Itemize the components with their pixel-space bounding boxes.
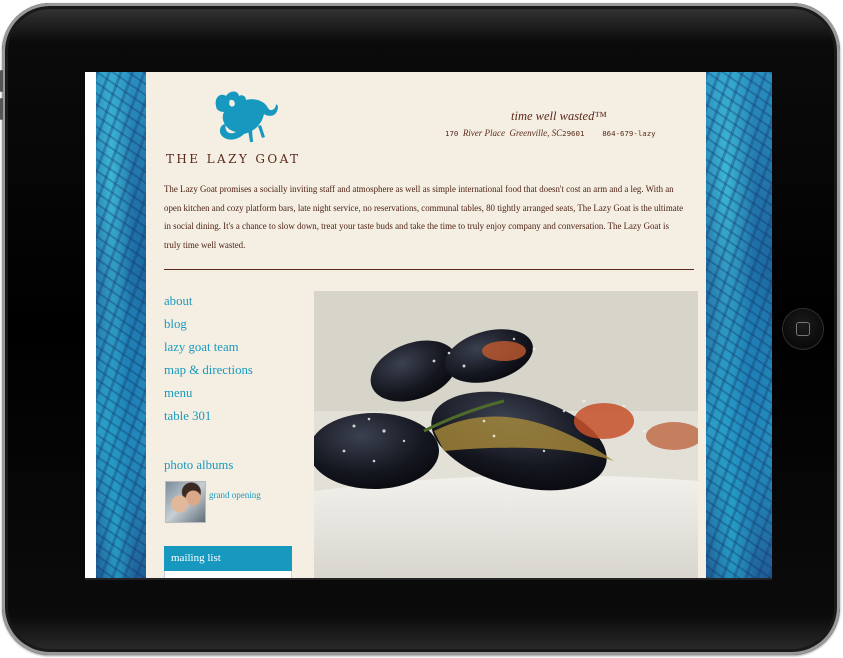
right-texture-background <box>706 72 772 578</box>
photo-albums-heading[interactable]: photo albums <box>164 458 233 473</box>
volume-up-button <box>0 70 3 92</box>
hero-photo <box>314 291 698 578</box>
nav-item-team[interactable]: lazy goat team <box>164 336 253 359</box>
divider <box>164 269 694 270</box>
mussels-dish-image <box>314 291 698 578</box>
mailing-list-heading: mailing list <box>164 546 292 571</box>
address-number: 170 <box>445 129 459 138</box>
address-city: Greenville, SC <box>509 128 563 138</box>
screen: THE LAZY GOAT time well wasted™ 170 Rive… <box>85 72 772 578</box>
screen-bottom-edge <box>85 578 772 580</box>
main-nav: about blog lazy goat team map & directio… <box>164 290 253 428</box>
nav-item-menu[interactable]: menu <box>164 382 253 405</box>
left-texture-background <box>96 72 146 578</box>
phone-number: 864-679-lazy <box>602 129 656 138</box>
home-button[interactable] <box>783 309 823 349</box>
goat-logo-icon[interactable] <box>206 84 278 144</box>
page-content: THE LAZY GOAT time well wasted™ 170 Rive… <box>146 72 706 578</box>
address: 170 River Place Greenville, SC29601 864-… <box>445 128 656 138</box>
intro-paragraph: The Lazy Goat promises a socially inviti… <box>164 184 684 250</box>
nav-item-blog[interactable]: blog <box>164 313 253 336</box>
tagline: time well wasted™ <box>511 109 607 123</box>
mailing-list-box <box>164 571 292 578</box>
site-logo-text[interactable]: THE LAZY GOAT <box>166 152 300 166</box>
address-street: River Place <box>462 128 506 138</box>
volume-down-button <box>0 98 3 120</box>
screen-edge <box>85 72 96 578</box>
nav-item-table-301[interactable]: table 301 <box>164 405 253 428</box>
address-zip: 29601 <box>562 129 585 138</box>
album-thumbnail[interactable] <box>165 481 206 523</box>
album-link[interactable]: grand opening <box>209 490 261 500</box>
nav-item-about[interactable]: about <box>164 290 253 313</box>
nav-item-map[interactable]: map & directions <box>164 359 253 382</box>
